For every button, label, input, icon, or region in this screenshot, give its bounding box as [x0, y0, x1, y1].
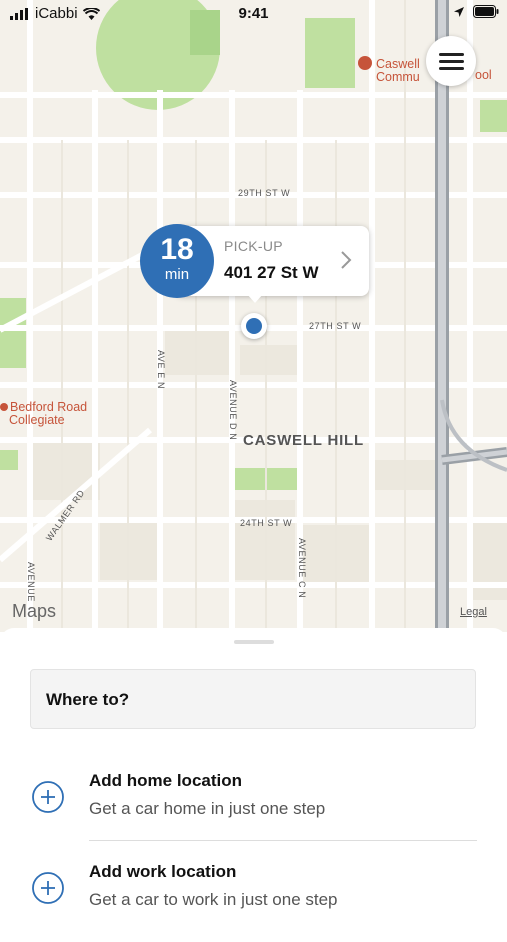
add-home-subtitle: Get a car home in just one step	[89, 799, 326, 818]
add-circle-icon	[32, 781, 64, 813]
location-arrow-icon	[454, 6, 464, 17]
street-label-ave-e: AVE E N	[156, 350, 166, 390]
destination-search[interactable]: Where to?	[30, 669, 476, 729]
pickup-callout-tail	[247, 294, 263, 303]
status-bar: iCabbi 9:41	[0, 0, 507, 28]
battery-icon	[473, 5, 499, 18]
poi-caswell: Caswell Commu ool	[358, 56, 492, 84]
street-label-27th: 27TH ST W	[309, 321, 362, 331]
status-time: 9:41	[238, 5, 269, 22]
street-label-24th: 24TH ST W	[240, 518, 293, 528]
add-work-subtitle: Get a car to work in just one step	[89, 890, 338, 909]
add-work-title: Add work location	[89, 862, 237, 881]
poi-bedford-line2: Collegiate	[9, 413, 65, 427]
current-location-dot	[241, 313, 267, 339]
district-label: CASWELL HILL	[243, 432, 364, 449]
poi-bedford-line1: Bedford Road	[10, 400, 88, 414]
street-label-ave-d: AVENUE D N	[228, 380, 238, 441]
eta-value: 18	[160, 233, 194, 266]
poi-bedford: Bedford Road Collegiate	[0, 401, 87, 427]
pickup-callout[interactable]: 18 min PICK-UP 401 27 St W	[140, 224, 370, 303]
add-home-location[interactable]: Add home location Get a car home in just…	[0, 771, 507, 851]
row-divider	[89, 840, 477, 841]
poi-caswell-line3: ool	[475, 68, 492, 82]
street-label-ave-c: AVENUE C N	[297, 538, 307, 599]
eta-badge: 18 min	[140, 224, 214, 298]
pickup-label: PICK-UP	[224, 238, 283, 254]
maps-attribution: Maps	[12, 601, 57, 621]
destination-search-placeholder: Where to?	[46, 690, 130, 709]
eta-unit: min	[164, 266, 190, 283]
poi-caswell-line1: Caswell	[376, 57, 420, 71]
poi-caswell-line2: Commu	[376, 70, 420, 84]
add-work-location[interactable]: Add work location Get a car to work in j…	[0, 862, 507, 942]
street-label-avenue: AVENUE	[26, 562, 36, 602]
school-icon	[0, 403, 8, 411]
pickup-address: 401 27 St W	[224, 263, 319, 282]
add-circle-icon	[32, 872, 64, 904]
legal-link[interactable]: Legal	[460, 606, 487, 618]
chevron-right-icon	[341, 251, 352, 269]
sheet-grabber[interactable]	[234, 640, 274, 644]
add-home-title: Add home location	[89, 771, 242, 790]
school-icon	[358, 56, 372, 70]
menu-button[interactable]	[426, 36, 476, 86]
street-label-29th: 29TH ST W	[238, 188, 291, 198]
bottom-sheet: Where to? Add home location Get a car ho…	[0, 628, 507, 909]
